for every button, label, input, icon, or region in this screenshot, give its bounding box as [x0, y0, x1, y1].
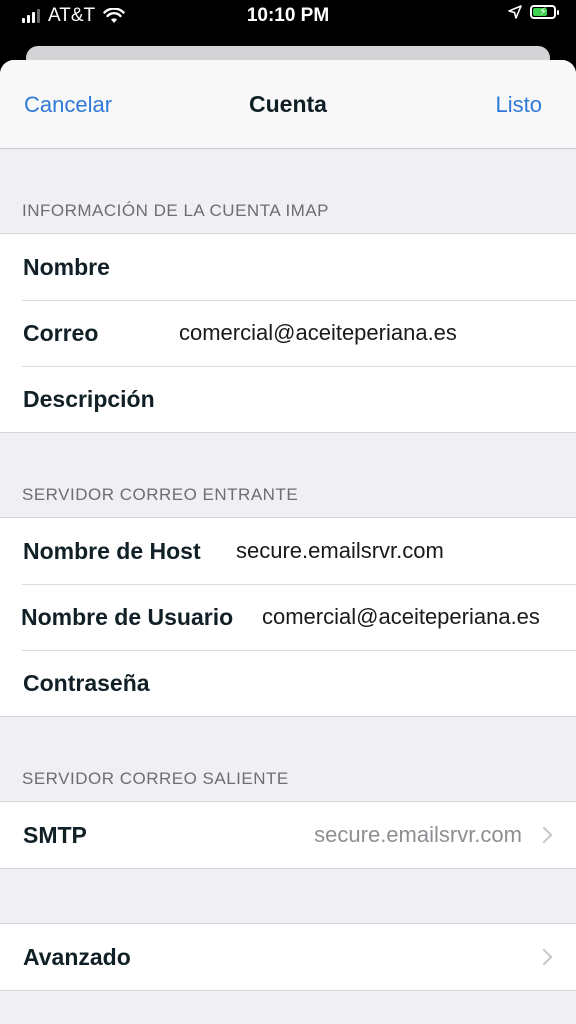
advanced-row[interactable]: Avanzado — [0, 924, 576, 990]
username-row[interactable]: Nombre de Usuario comercial@aceiteperian… — [0, 584, 576, 650]
location-arrow-icon — [508, 5, 522, 19]
section-header-account-info: INFORMACIÓN DE LA CUENTA IMAP — [22, 201, 330, 220]
status-bar: AT&T 10:10 PM ⚡ — [0, 0, 576, 34]
host-label: Nombre de Host — [23, 537, 201, 564]
advanced-label: Avanzado — [23, 943, 131, 970]
host-row[interactable]: Nombre de Host secure.emailsrvr.com — [0, 518, 576, 584]
navigation-bar: Cancelar Cuenta Listo — [0, 60, 576, 149]
password-label: Contraseña — [23, 669, 150, 696]
advanced-group: Avanzado — [0, 923, 576, 991]
username-label: Nombre de Usuario — [21, 603, 234, 630]
host-field[interactable]: secure.emailsrvr.com — [236, 538, 444, 564]
name-row[interactable]: Nombre — [0, 234, 576, 300]
section-header-outgoing: SERVIDOR CORREO SALIENTE — [22, 769, 289, 788]
description-label: Descripción — [23, 385, 155, 412]
email-row[interactable]: Correo comercial@aceiteperiana.es — [0, 300, 576, 366]
smtp-row[interactable]: SMTP secure.emailsrvr.com — [0, 802, 576, 868]
username-field[interactable]: comercial@aceiteperiana.es — [262, 604, 540, 630]
smtp-value: secure.emailsrvr.com — [314, 822, 522, 847]
smtp-label: SMTP — [23, 821, 87, 848]
name-label: Nombre — [23, 253, 110, 280]
description-row[interactable]: Descripción — [0, 366, 576, 432]
email-label: Correo — [23, 319, 99, 346]
email-field[interactable]: comercial@aceiteperiana.es — [179, 320, 457, 346]
done-button[interactable]: Listo — [496, 92, 542, 118]
clock: 10:10 PM — [246, 5, 330, 26]
status-right: ⚡ — [508, 5, 559, 19]
page-title: Cuenta — [249, 91, 327, 117]
account-sheet: Cancelar Cuenta Listo INFORMACIÓN DE LA … — [0, 60, 576, 1024]
outgoing-server-group: SMTP secure.emailsrvr.com — [0, 801, 576, 869]
chevron-right-icon — [535, 826, 553, 844]
battery-icon: ⚡ — [530, 5, 559, 19]
incoming-server-group: Nombre de Host secure.emailsrvr.com Nomb… — [0, 517, 576, 717]
account-info-group: Nombre Correo comercial@aceiteperiana.es… — [0, 233, 576, 433]
section-header-incoming: SERVIDOR CORREO ENTRANTE — [22, 485, 299, 504]
password-row[interactable]: Contraseña — [0, 650, 576, 716]
charging-bolt-icon: ⚡ — [539, 5, 547, 18]
chevron-right-icon — [535, 948, 553, 966]
